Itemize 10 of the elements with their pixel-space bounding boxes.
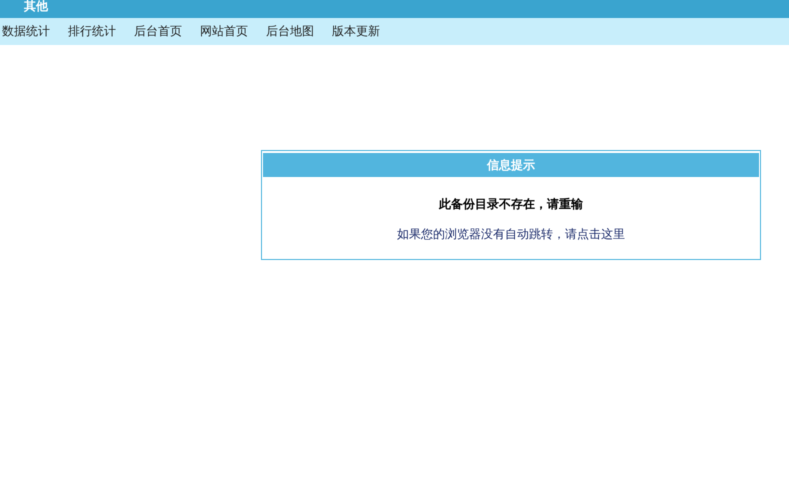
nav-link[interactable]: 后台地图 [266, 23, 314, 40]
nav-link[interactable]: 网站首页 [200, 23, 248, 40]
nav-link[interactable]: 后台首页 [134, 23, 182, 40]
section-title: 其他 [24, 0, 49, 13]
nav-link[interactable]: 数据统计 [2, 23, 50, 40]
redirect-link[interactable]: 如果您的浏览器没有自动跳转，请点击这里 [397, 227, 625, 241]
dialog-title: 信息提示 [263, 153, 759, 177]
nav-link[interactable]: 版本更新 [332, 23, 380, 40]
error-message: 此备份目录不存在，请重输 [438, 196, 584, 213]
nav-link[interactable]: 排行统计 [68, 23, 116, 40]
